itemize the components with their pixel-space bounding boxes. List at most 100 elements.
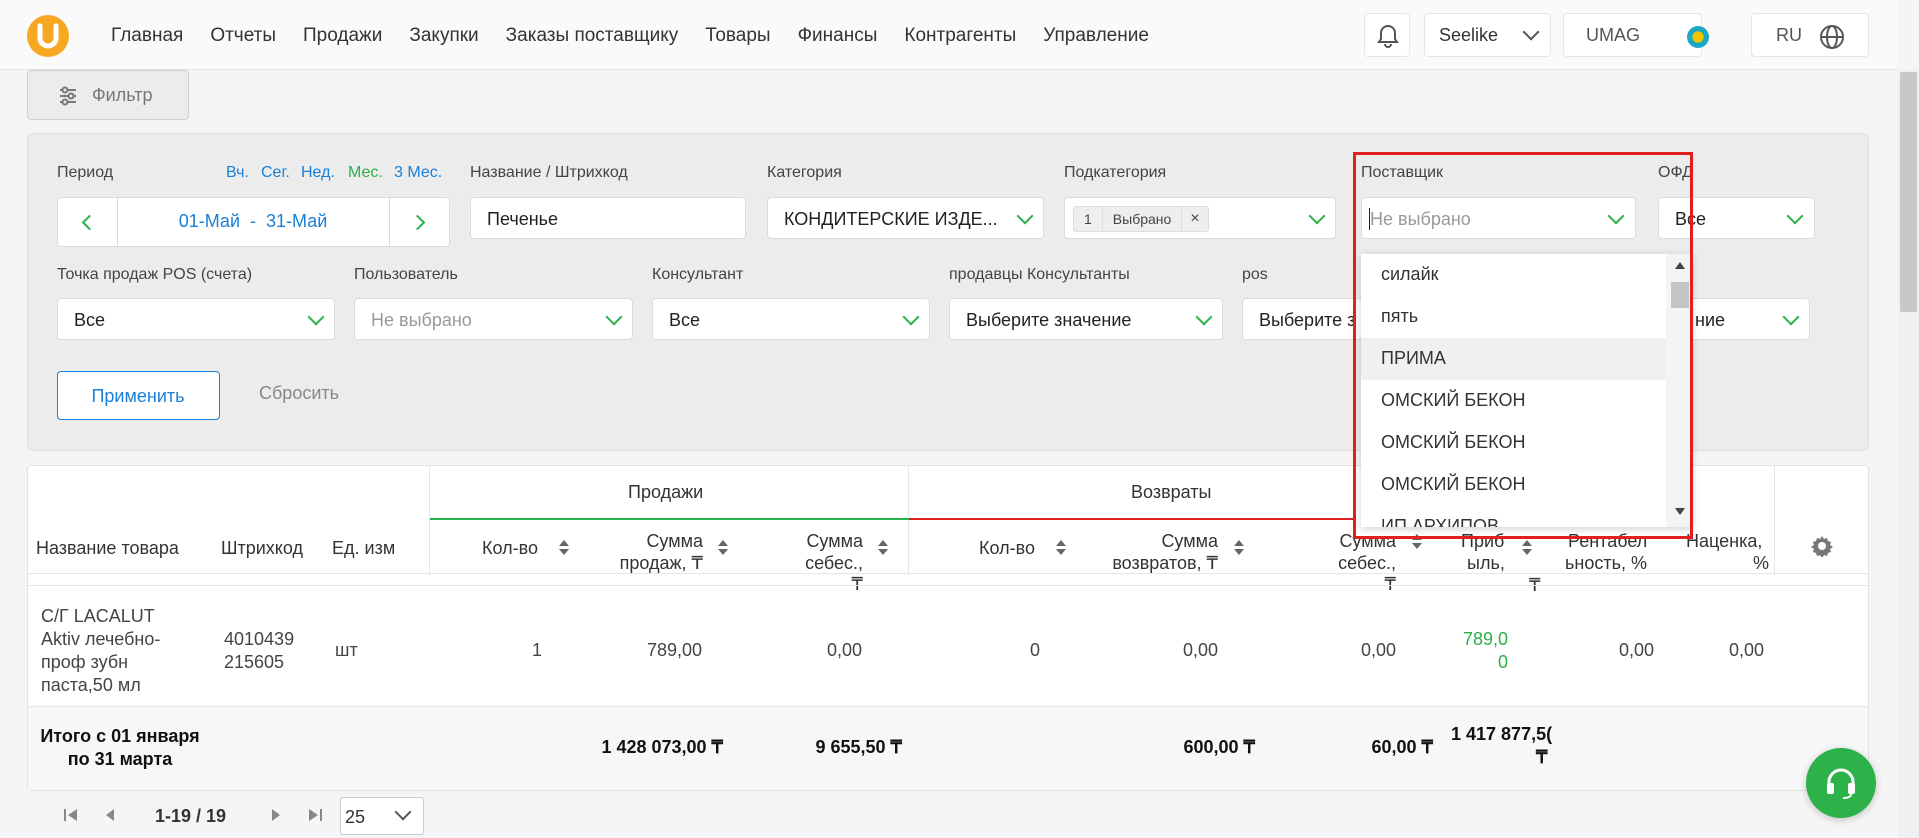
col-header-markup-2[interactable]: %: [1753, 553, 1769, 574]
page-scroll-thumb[interactable]: [1900, 72, 1917, 312]
next-page-icon[interactable]: [270, 808, 282, 822]
col-header-rent-2[interactable]: ьность, %: [1565, 553, 1647, 574]
menu-item-supplier-orders[interactable]: Заказы поставщику: [506, 24, 679, 48]
menu-item-reports[interactable]: Отчеты: [210, 24, 276, 48]
menu-item-purchases[interactable]: Закупки: [409, 24, 478, 48]
pos2-select[interactable]: Выберите з: [1242, 298, 1362, 340]
chevron-down-icon: [307, 308, 325, 326]
row-name-line-4: паста,50 мл: [41, 675, 141, 695]
col-header-markup-1[interactable]: Наценка,: [1686, 531, 1762, 552]
close-icon[interactable]: ×: [1182, 207, 1207, 231]
totals-profit-cell: 1 417 877,5( ₸: [1440, 724, 1554, 774]
chevron-down-icon: [1782, 308, 1800, 326]
row-unit: шт: [335, 640, 358, 660]
menu-item-counterparties[interactable]: Контрагенты: [904, 24, 1016, 48]
totals-row: [28, 706, 1868, 790]
chevron-down-icon: [1016, 207, 1034, 225]
period-next-button[interactable]: [389, 198, 449, 246]
reset-button[interactable]: Сбросить: [259, 383, 339, 404]
pos-label: Точка продаж POS (счета): [57, 266, 253, 283]
flag-icon: [1687, 26, 1709, 48]
last-page-icon[interactable]: [307, 808, 323, 822]
sort-icon[interactable]: [559, 540, 569, 556]
chevron-down-icon: [605, 308, 623, 326]
prev-page-icon[interactable]: [104, 808, 116, 822]
pos-select[interactable]: Все: [57, 298, 335, 340]
menu-item-home[interactable]: Главная: [111, 24, 183, 48]
sellers-select[interactable]: Выберите значение: [949, 298, 1223, 340]
chevron-left-icon: [81, 214, 98, 231]
row-barcode-line-1: 4010439: [224, 629, 295, 649]
col-header-sales-sum-1[interactable]: Сумма: [640, 531, 703, 552]
subcategory-select[interactable]: 1 Выбрано ×: [1064, 197, 1336, 239]
period-quick-week[interactable]: Нед.: [301, 164, 335, 182]
app-logo[interactable]: [27, 15, 69, 57]
row-sales-sum: 789,00: [646, 640, 702, 660]
menu-item-sales[interactable]: Продажи: [303, 24, 382, 48]
sort-icon[interactable]: [1056, 540, 1066, 556]
sellers-value: Выберите значение: [966, 310, 1132, 330]
subcategory-count: 1: [1074, 207, 1103, 231]
row-profit-line-2: 0: [1497, 652, 1508, 672]
row-rent: 0,00: [1618, 640, 1654, 660]
col-header-cost-1[interactable]: Сумма: [800, 531, 863, 552]
returns-underline: [909, 518, 1353, 520]
col-header-qty[interactable]: Кол-во: [482, 538, 538, 559]
col-header-return-sum-1[interactable]: Сумма: [1155, 531, 1218, 552]
user-value: Не выбрано: [371, 310, 472, 330]
col-header-name[interactable]: Название товара: [36, 538, 179, 559]
gear-icon[interactable]: [1811, 535, 1833, 557]
notifications-button[interactable]: [1364, 13, 1410, 57]
chevron-down-icon: [1522, 23, 1540, 41]
company-selector[interactable]: UMAG: [1563, 13, 1709, 57]
filter-button-label: Фильтр: [92, 85, 153, 105]
support-chat-button[interactable]: [1806, 748, 1876, 818]
chevron-down-icon: [1195, 308, 1213, 326]
col-header-profit-2[interactable]: ыль,: [1467, 553, 1505, 574]
period-quick-3months[interactable]: 3 Мес.: [394, 164, 442, 182]
first-page-icon[interactable]: [63, 808, 79, 822]
sort-icon[interactable]: [1522, 540, 1532, 556]
period-quick-month[interactable]: Мес.: [348, 164, 383, 182]
period-quick-today[interactable]: Сег.: [261, 164, 290, 182]
page-size-select[interactable]: 25: [340, 797, 424, 835]
col-header-unit[interactable]: Ед. изм: [332, 538, 395, 559]
totals-label-2: по 31 марта: [67, 749, 173, 769]
category-select[interactable]: КОНДИТЕРСКИЕ ИЗДЕ...: [767, 197, 1044, 239]
totals-cost: 9 655,50 ₸: [815, 737, 902, 757]
menu-item-goods[interactable]: Товары: [705, 24, 770, 48]
filter-button[interactable]: Фильтр: [27, 70, 189, 120]
sort-icon[interactable]: [1234, 540, 1244, 556]
chevron-down-icon: [1308, 207, 1326, 225]
col-header-sales-sum-2[interactable]: продаж, ₸: [610, 553, 703, 574]
row-profit-line-1: 789,0: [1462, 629, 1508, 649]
apply-button[interactable]: Применить: [57, 371, 220, 420]
subcategory-label: Подкатегория: [1064, 164, 1167, 181]
col-header-return-qty[interactable]: Кол-во: [979, 538, 1035, 559]
store-selector[interactable]: Seelike: [1424, 13, 1551, 57]
period-range-value[interactable]: 01-Май - 31-Май: [118, 211, 388, 232]
extra-value: ние: [1695, 310, 1726, 330]
pos-value: Все: [74, 310, 106, 330]
col-header-return-sum-2[interactable]: возвратов, ₸: [1098, 553, 1218, 574]
page-size-value: 25: [345, 807, 366, 827]
consultant-select[interactable]: Все: [652, 298, 930, 340]
chevron-right-icon: [409, 214, 426, 231]
store-name: Seelike: [1439, 25, 1499, 45]
period-quick-yesterday[interactable]: Вч.: [226, 164, 249, 182]
language-selector[interactable]: RU: [1751, 13, 1869, 57]
sort-icon[interactable]: [878, 540, 888, 556]
chevron-down-icon: [394, 803, 412, 821]
menu-item-management[interactable]: Управление: [1043, 24, 1149, 48]
period-label: Период: [57, 164, 114, 181]
bell-icon: [1377, 24, 1399, 48]
user-select[interactable]: Не выбрано: [354, 298, 633, 340]
col-header-barcode[interactable]: Штрихкод: [221, 538, 303, 559]
menu-item-finance[interactable]: Финансы: [798, 24, 878, 48]
period-prev-button[interactable]: [58, 198, 118, 246]
user-label: Пользователь: [354, 266, 458, 283]
category-value: КОНДИТЕРСКИЕ ИЗДЕ...: [784, 209, 998, 229]
name-barcode-input[interactable]: Печенье: [470, 197, 746, 239]
group-header-returns: Возвраты: [1131, 482, 1212, 502]
sort-icon[interactable]: [718, 540, 728, 556]
